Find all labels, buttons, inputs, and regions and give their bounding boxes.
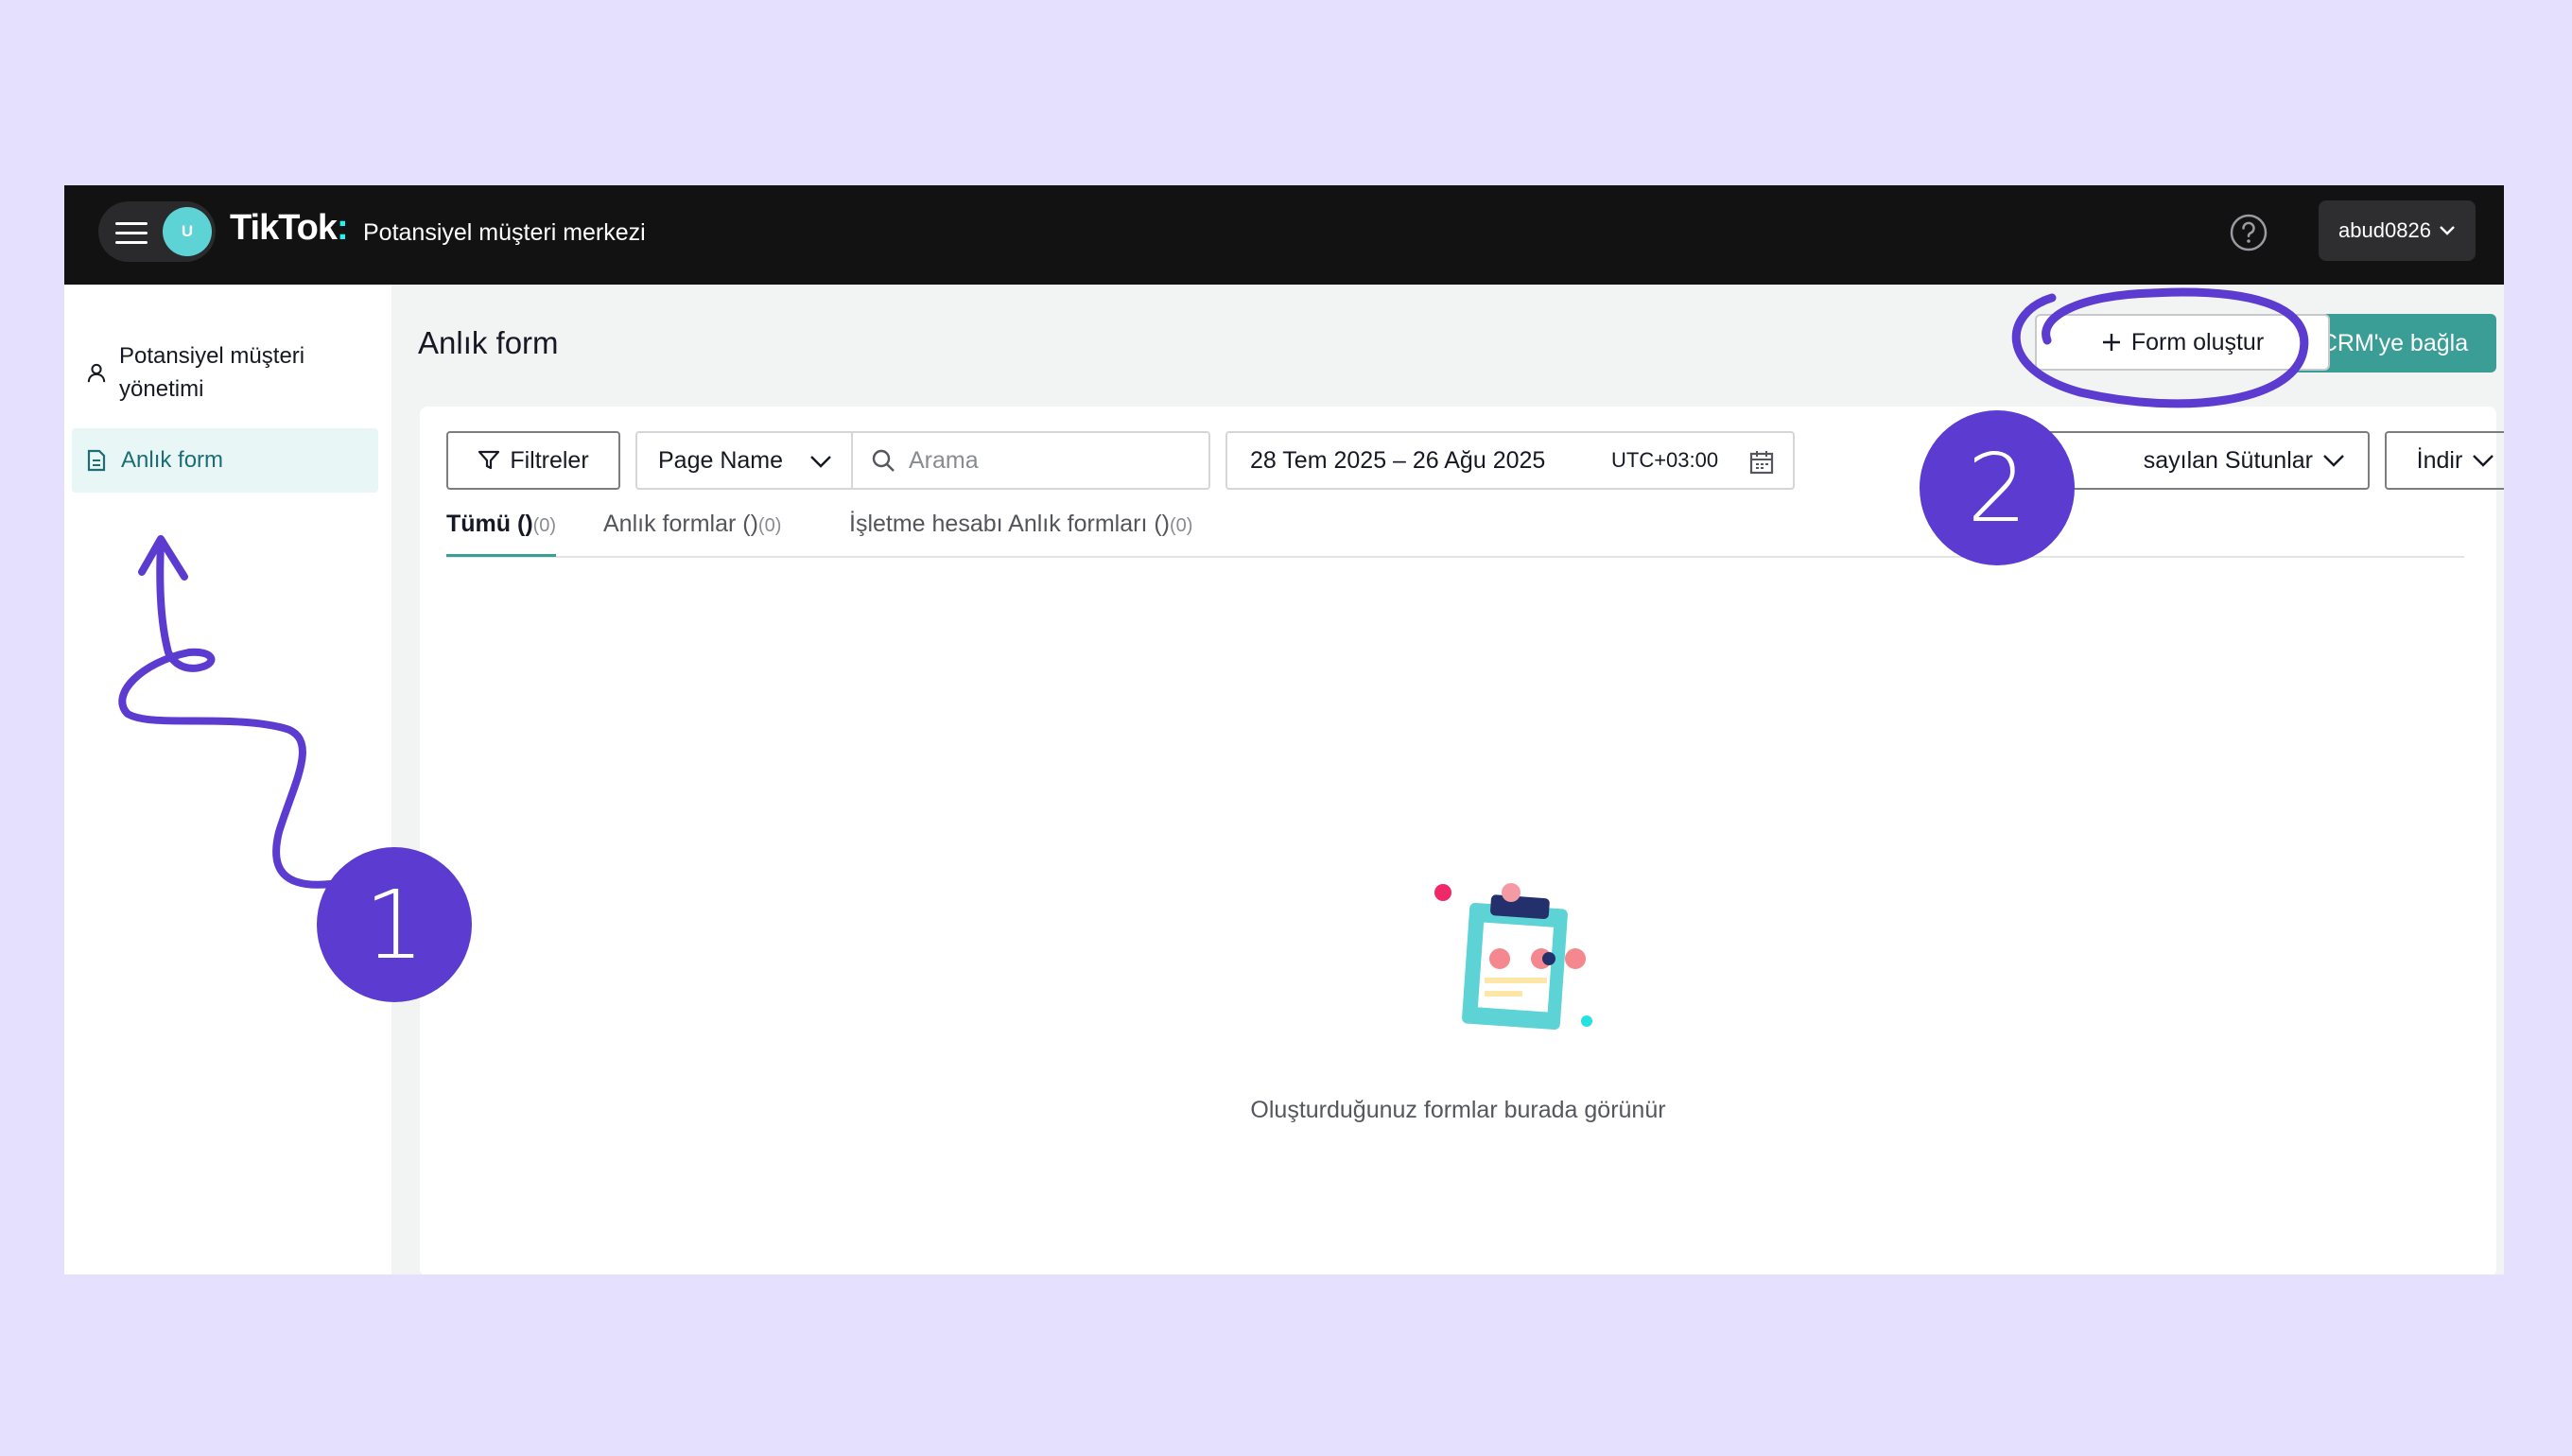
tab-all[interactable]: Tümü ()(0) — [446, 511, 557, 557]
help-icon[interactable] — [2228, 212, 2269, 253]
tab-bar: Tümü ()(0) Anlık formlar ()(0) İşletme h… — [446, 509, 2464, 558]
tab-count: (0) — [1170, 515, 1193, 536]
sidebar: Potansiyel müşteri yönetimi Anlık form — [64, 285, 391, 1274]
search-input[interactable]: Arama — [851, 431, 1210, 490]
chevron-down-icon — [2440, 226, 2455, 235]
columns-label: sayılan Sütunlar — [2143, 446, 2313, 474]
user-menu-button[interactable]: abud0826 — [2319, 200, 2476, 261]
tab-count: (0) — [532, 515, 557, 536]
date-range-text: 28 Tem 2025 – 26 Ağu 2025 — [1250, 446, 1546, 474]
person-icon — [87, 363, 106, 383]
tab-label: Anlık formlar () — [603, 511, 758, 537]
empty-state-message: Oluşturduğunuz formlar burada görünür — [1250, 1097, 1666, 1123]
tiktok-logo: TikTok: — [230, 208, 349, 249]
sidebar-item-lead-management[interactable]: Potansiyel müşteri yönetimi — [87, 339, 371, 406]
chevron-down-icon — [2323, 455, 2344, 467]
search-icon — [872, 449, 895, 472]
logo-colon: : — [336, 208, 349, 248]
content-card: Filtreler Page Name Arama 28 Tem 2025 – … — [420, 407, 2504, 1274]
app-title: Potansiyel müşteri merkezi — [363, 219, 646, 246]
tab-label: İşletme hesabı Anlık formları () — [849, 511, 1171, 537]
username: abud0826 — [2338, 218, 2431, 242]
filters-button[interactable]: Filtreler — [446, 431, 620, 490]
annotation-badge-2: 2 — [1920, 410, 2075, 565]
sidebar-item-label: Potansiyel müşteri yönetimi — [119, 343, 305, 402]
document-icon — [87, 449, 106, 472]
page-title: Anlık form — [418, 325, 559, 360]
create-form-button[interactable]: Form oluştur — [2035, 314, 2330, 371]
tab-business-account-forms[interactable]: İşletme hesabı Anlık formları ()(0) — [849, 511, 1192, 554]
chevron-down-icon — [810, 456, 831, 468]
filter-icon — [478, 450, 500, 470]
app-window: U TikTok: Potansiyel müşteri merkezi abu… — [64, 185, 2504, 1274]
date-range-picker[interactable]: 28 Tem 2025 – 26 Ağu 2025 UTC+03:00 — [1225, 431, 1795, 490]
annotation-badge-1: 1 — [317, 847, 472, 1002]
tab-instant-forms[interactable]: Anlık formlar ()(0) — [603, 511, 781, 554]
timezone-label: UTC+03:00 — [1611, 448, 1719, 472]
account-avatar[interactable]: U — [163, 207, 212, 256]
sidebar-item-label: Anlık form — [121, 447, 224, 473]
page-name-select[interactable]: Page Name — [635, 431, 853, 490]
calendar-icon — [1749, 451, 1774, 475]
create-form-label: Form oluştur — [2130, 328, 2265, 355]
download-button[interactable]: İndir — [2385, 431, 2504, 490]
sidebar-item-instant-form[interactable]: Anlık form — [72, 428, 378, 493]
chevron-down-icon — [2473, 455, 2494, 467]
download-label: İndir — [2416, 446, 2463, 474]
page-select-value: Page Name — [658, 446, 784, 474]
top-bar: U TikTok: Potansiyel müşteri merkezi abu… — [64, 185, 2504, 285]
logo-text: TikTok — [230, 208, 338, 248]
tab-label: Tümü () — [446, 511, 533, 537]
empty-clipboard-illustration — [1434, 883, 1592, 1031]
plus-icon — [2102, 334, 2120, 351]
search-placeholder: Arama — [909, 446, 979, 474]
filters-label: Filtreler — [510, 446, 589, 474]
hamburger-icon — [115, 222, 148, 244]
tab-count: (0) — [757, 515, 782, 536]
menu-button[interactable]: U — [98, 201, 216, 262]
